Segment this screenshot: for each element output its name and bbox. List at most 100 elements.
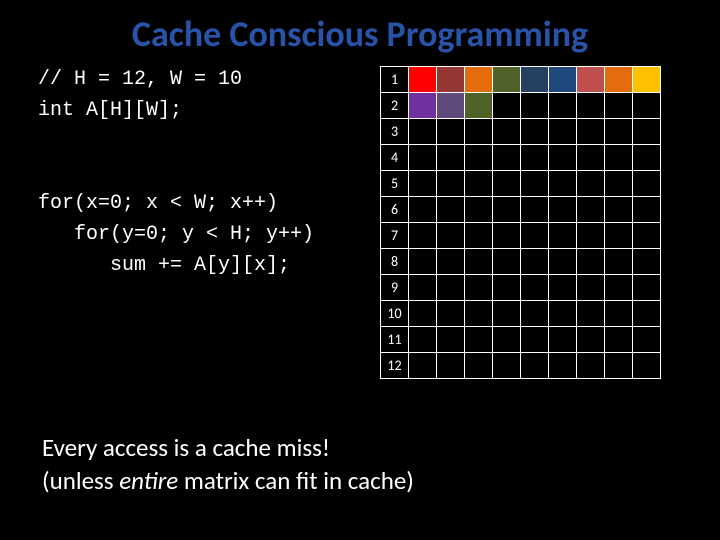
cell bbox=[605, 223, 633, 249]
cell bbox=[437, 249, 465, 275]
cell bbox=[409, 275, 437, 301]
cell bbox=[549, 197, 577, 223]
cell bbox=[549, 67, 577, 93]
cell bbox=[549, 275, 577, 301]
cell bbox=[437, 327, 465, 353]
cell bbox=[409, 327, 437, 353]
cell bbox=[577, 93, 605, 119]
cell bbox=[493, 301, 521, 327]
cell bbox=[605, 93, 633, 119]
table-row: 1 bbox=[381, 67, 661, 93]
cell bbox=[409, 301, 437, 327]
cell bbox=[577, 223, 605, 249]
cell bbox=[549, 145, 577, 171]
cell bbox=[521, 67, 549, 93]
cell bbox=[605, 145, 633, 171]
row-label: 7 bbox=[381, 223, 409, 249]
cell bbox=[409, 93, 437, 119]
cell bbox=[521, 301, 549, 327]
cell bbox=[465, 93, 493, 119]
row-label: 2 bbox=[381, 93, 409, 119]
cell bbox=[521, 93, 549, 119]
table-row: 12 bbox=[381, 353, 661, 379]
row-label: 8 bbox=[381, 249, 409, 275]
table-row: 6 bbox=[381, 197, 661, 223]
code-line-2: int A[H][W]; bbox=[38, 99, 182, 122]
cell bbox=[437, 197, 465, 223]
table-row: 10 bbox=[381, 301, 661, 327]
cell bbox=[577, 119, 605, 145]
cell bbox=[493, 171, 521, 197]
table-row: 4 bbox=[381, 145, 661, 171]
cell bbox=[549, 93, 577, 119]
cell bbox=[437, 119, 465, 145]
cell bbox=[633, 223, 661, 249]
cell bbox=[577, 275, 605, 301]
cell bbox=[437, 275, 465, 301]
cell bbox=[633, 301, 661, 327]
cell bbox=[465, 67, 493, 93]
cell bbox=[493, 67, 521, 93]
code-line-4: for(y=0; y < H; y++) bbox=[38, 223, 314, 246]
table-row: 9 bbox=[381, 275, 661, 301]
cell bbox=[493, 197, 521, 223]
matrix-table: 1 2 bbox=[380, 66, 661, 379]
cell bbox=[521, 249, 549, 275]
cell bbox=[577, 197, 605, 223]
cell bbox=[521, 145, 549, 171]
cell bbox=[437, 353, 465, 379]
cell bbox=[493, 223, 521, 249]
cell bbox=[521, 327, 549, 353]
cell bbox=[605, 353, 633, 379]
cell bbox=[577, 301, 605, 327]
cell bbox=[605, 301, 633, 327]
cell bbox=[633, 67, 661, 93]
cell bbox=[577, 249, 605, 275]
cell bbox=[605, 171, 633, 197]
cell bbox=[409, 353, 437, 379]
table-row: 11 bbox=[381, 327, 661, 353]
cell bbox=[465, 145, 493, 171]
cell bbox=[493, 327, 521, 353]
cell bbox=[633, 93, 661, 119]
footer-emphasis: entire bbox=[119, 465, 178, 496]
row-label: 9 bbox=[381, 275, 409, 301]
footer-line-2a: (unless bbox=[42, 465, 119, 496]
code-line-1: // H = 12, W = 10 bbox=[38, 68, 242, 91]
cell bbox=[493, 119, 521, 145]
cell bbox=[465, 249, 493, 275]
cell bbox=[409, 67, 437, 93]
cell bbox=[465, 119, 493, 145]
cell bbox=[549, 353, 577, 379]
cell bbox=[493, 93, 521, 119]
cell bbox=[577, 327, 605, 353]
cell bbox=[465, 301, 493, 327]
cell bbox=[409, 223, 437, 249]
footer-line-2b: matrix can fit in cache) bbox=[178, 465, 414, 496]
cell bbox=[409, 119, 437, 145]
cell bbox=[633, 197, 661, 223]
cell bbox=[409, 171, 437, 197]
table-row: 3 bbox=[381, 119, 661, 145]
table-row: 2 bbox=[381, 93, 661, 119]
cell bbox=[577, 353, 605, 379]
cell bbox=[465, 353, 493, 379]
cell bbox=[633, 145, 661, 171]
row-label: 10 bbox=[381, 301, 409, 327]
cell bbox=[577, 171, 605, 197]
cell bbox=[577, 67, 605, 93]
cell bbox=[437, 301, 465, 327]
cell bbox=[633, 171, 661, 197]
cell bbox=[633, 275, 661, 301]
matrix-grid: 1 2 bbox=[380, 66, 661, 379]
cell bbox=[605, 249, 633, 275]
cell bbox=[437, 171, 465, 197]
cell bbox=[521, 171, 549, 197]
table-row: 8 bbox=[381, 249, 661, 275]
cell bbox=[633, 327, 661, 353]
row-label: 3 bbox=[381, 119, 409, 145]
cell bbox=[549, 327, 577, 353]
cell bbox=[465, 171, 493, 197]
cell bbox=[549, 301, 577, 327]
cell bbox=[409, 197, 437, 223]
